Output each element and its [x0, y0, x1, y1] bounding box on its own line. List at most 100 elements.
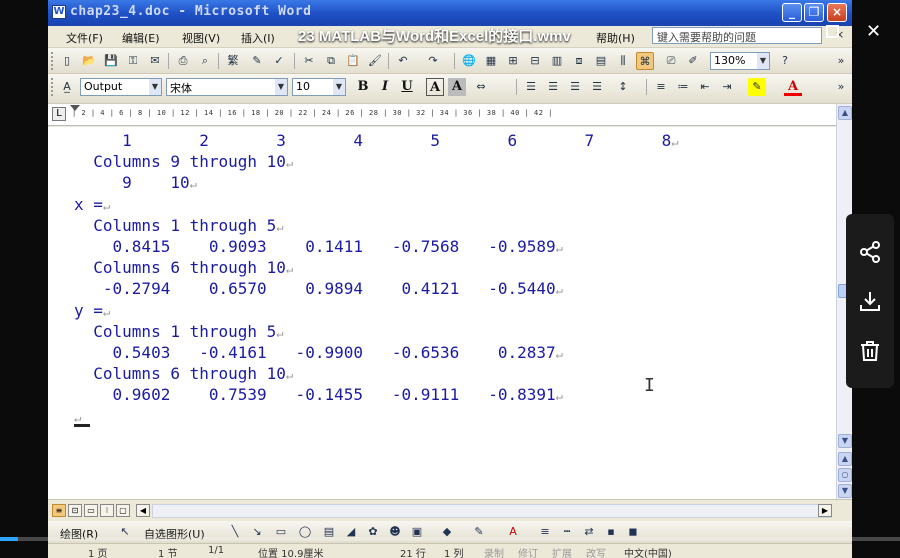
toolbar-grip[interactable]: [51, 78, 54, 96]
copy-icon[interactable]: ⧉: [322, 52, 340, 70]
player-restore-icon[interactable]: [826, 25, 839, 38]
insert-table-icon[interactable]: ⊞: [504, 52, 522, 70]
delete-icon[interactable]: [858, 339, 882, 363]
line-spacing-icon[interactable]: ↕: [614, 78, 632, 96]
print-layout-icon[interactable]: ▭: [84, 504, 98, 517]
tables-borders-icon[interactable]: ▦: [482, 52, 500, 70]
cut-icon[interactable]: ✂: [300, 52, 318, 70]
web-layout-icon[interactable]: ⊡: [68, 504, 82, 517]
toolbar-options-icon[interactable]: »: [832, 78, 850, 96]
justify-icon[interactable]: ☰: [588, 78, 606, 96]
print-preview-icon[interactable]: ⌕: [196, 52, 214, 70]
new-document-icon[interactable]: ▯: [58, 52, 76, 70]
video-progress-bar[interactable]: [0, 537, 900, 541]
active-toolbar-button[interactable]: ⌘: [636, 52, 654, 70]
status-ext[interactable]: 扩展: [552, 545, 572, 558]
decrease-indent-icon[interactable]: ⇤: [696, 78, 714, 96]
bold-button[interactable]: B: [354, 78, 372, 96]
increase-indent-icon[interactable]: ⇥: [718, 78, 736, 96]
columns-icon[interactable]: ▥: [548, 52, 566, 70]
title-bar[interactable]: W chap23_4.doc - Microsoft Word _ ❐ ×: [48, 0, 852, 26]
document-line[interactable]: 0.5403 -0.4161 -0.9900 -0.6536 0.2837↵: [74, 343, 678, 364]
menu-edit[interactable]: 编辑(E): [122, 30, 160, 46]
char-scaling-icon[interactable]: ⇔: [472, 78, 490, 96]
permission-icon[interactable]: ⚿: [124, 52, 142, 70]
font-color-button[interactable]: A: [784, 78, 802, 96]
style-select[interactable]: Output ▼: [80, 78, 162, 96]
align-right-icon[interactable]: ☰: [566, 78, 584, 96]
restore-button[interactable]: ❐: [804, 3, 824, 22]
highlight-icon[interactable]: ✎: [748, 78, 766, 96]
document-map-icon[interactable]: ▤: [592, 52, 610, 70]
redo-icon[interactable]: ↷: [424, 52, 442, 70]
font-size-select[interactable]: 10 ▼: [292, 78, 346, 96]
align-left-icon[interactable]: ☰: [522, 78, 540, 96]
translate-icon[interactable]: ✓: [270, 52, 288, 70]
document-line[interactable]: 1 2 3 4 5 6 7 8↵: [74, 131, 678, 152]
format-painter-icon[interactable]: 🖌: [366, 52, 384, 70]
menu-file[interactable]: 文件(F): [66, 30, 103, 46]
pen-icon[interactable]: ✐: [684, 52, 702, 70]
menu-help[interactable]: 帮助(H): [596, 30, 635, 46]
next-page-icon[interactable]: ▼: [838, 484, 852, 498]
document-line[interactable]: ↵: [74, 407, 678, 428]
email-icon[interactable]: ✉: [146, 52, 164, 70]
previous-page-icon[interactable]: ▲: [838, 452, 852, 466]
italic-button[interactable]: I: [376, 78, 394, 96]
document-line[interactable]: 0.9602 0.7539 -0.1455 -0.9111 -0.8391↵: [74, 385, 678, 406]
select-browse-object-icon[interactable]: ○: [838, 468, 852, 482]
bullets-icon[interactable]: ≔: [674, 78, 692, 96]
numbering-icon[interactable]: ≡: [652, 78, 670, 96]
document-line[interactable]: Columns 6 through 10↵: [74, 258, 678, 279]
menu-view[interactable]: 视图(V): [182, 30, 220, 46]
show-hide-icon[interactable]: ⫼: [614, 52, 632, 70]
document-page[interactable]: 1 2 3 4 5 6 7 8↵ Columns 9 through 10↵ 9…: [48, 127, 836, 499]
normal-view-icon[interactable]: ≡: [52, 504, 66, 517]
underline-button[interactable]: U: [398, 78, 416, 96]
document-line[interactable]: Columns 9 through 10↵: [74, 152, 678, 173]
hyperlink-icon[interactable]: 🌐: [460, 52, 478, 70]
drawing-icon[interactable]: ⧈: [570, 52, 588, 70]
document-line[interactable]: x =↵: [74, 195, 678, 216]
print-icon[interactable]: ⎙: [174, 52, 192, 70]
document-line[interactable]: Columns 1 through 5↵: [74, 322, 678, 343]
player-minimize-icon[interactable]: —: [788, 22, 804, 42]
document-line[interactable]: -0.2794 0.6570 0.9894 0.4121 -0.5440↵: [74, 279, 678, 300]
scroll-up-icon[interactable]: ▲: [838, 106, 852, 120]
font-select[interactable]: 宋体 ▼: [166, 78, 288, 96]
document-line[interactable]: 9 10↵: [74, 173, 678, 194]
char-border-button[interactable]: A: [426, 78, 444, 96]
styles-pane-icon[interactable]: A̲: [58, 78, 76, 96]
document-line[interactable]: Columns 6 through 10↵: [74, 364, 678, 385]
undo-icon[interactable]: ↶: [394, 52, 412, 70]
char-shading-button[interactable]: A: [448, 78, 466, 96]
research-icon[interactable]: ✎: [248, 52, 266, 70]
download-icon[interactable]: [858, 289, 882, 313]
outline-view-icon[interactable]: ⁝: [100, 504, 114, 517]
align-center-icon[interactable]: ☰: [544, 78, 562, 96]
status-rec[interactable]: 录制: [484, 545, 504, 558]
open-icon[interactable]: 📂: [80, 52, 98, 70]
player-close-icon[interactable]: ✕: [866, 21, 881, 42]
tab-selector-icon[interactable]: L: [52, 107, 66, 121]
horizontal-scrollbar[interactable]: [152, 504, 832, 518]
share-icon[interactable]: [858, 240, 882, 264]
reading-icon[interactable]: ⎚: [662, 52, 680, 70]
document-line[interactable]: 0.8415 0.9093 0.1411 -0.7568 -0.9589↵: [74, 237, 678, 258]
help-icon[interactable]: ?: [776, 52, 794, 70]
toolbar-options-icon[interactable]: »: [832, 52, 850, 70]
status-trk[interactable]: 修订: [518, 545, 538, 558]
document-text[interactable]: 1 2 3 4 5 6 7 8↵ Columns 9 through 10↵ 9…: [74, 131, 678, 428]
horizontal-ruler[interactable]: L | 2 | 4 | 6 | 8 | 10 | 12 | 14 | 16 | …: [48, 104, 836, 126]
paste-icon[interactable]: 📋: [344, 52, 362, 70]
document-line[interactable]: Columns 1 through 5↵: [74, 216, 678, 237]
toolbar-grip[interactable]: [51, 52, 54, 70]
document-line[interactable]: y =↵: [74, 301, 678, 322]
zoom-select[interactable]: 130% ▼: [710, 52, 770, 70]
scroll-left-icon[interactable]: ◀: [136, 504, 150, 517]
status-ovr[interactable]: 改写: [586, 545, 606, 558]
save-icon[interactable]: 💾: [102, 52, 120, 70]
minimize-button[interactable]: _: [782, 3, 802, 22]
reading-layout-icon[interactable]: ▢: [116, 504, 130, 517]
scroll-down-icon[interactable]: ▼: [838, 434, 852, 448]
